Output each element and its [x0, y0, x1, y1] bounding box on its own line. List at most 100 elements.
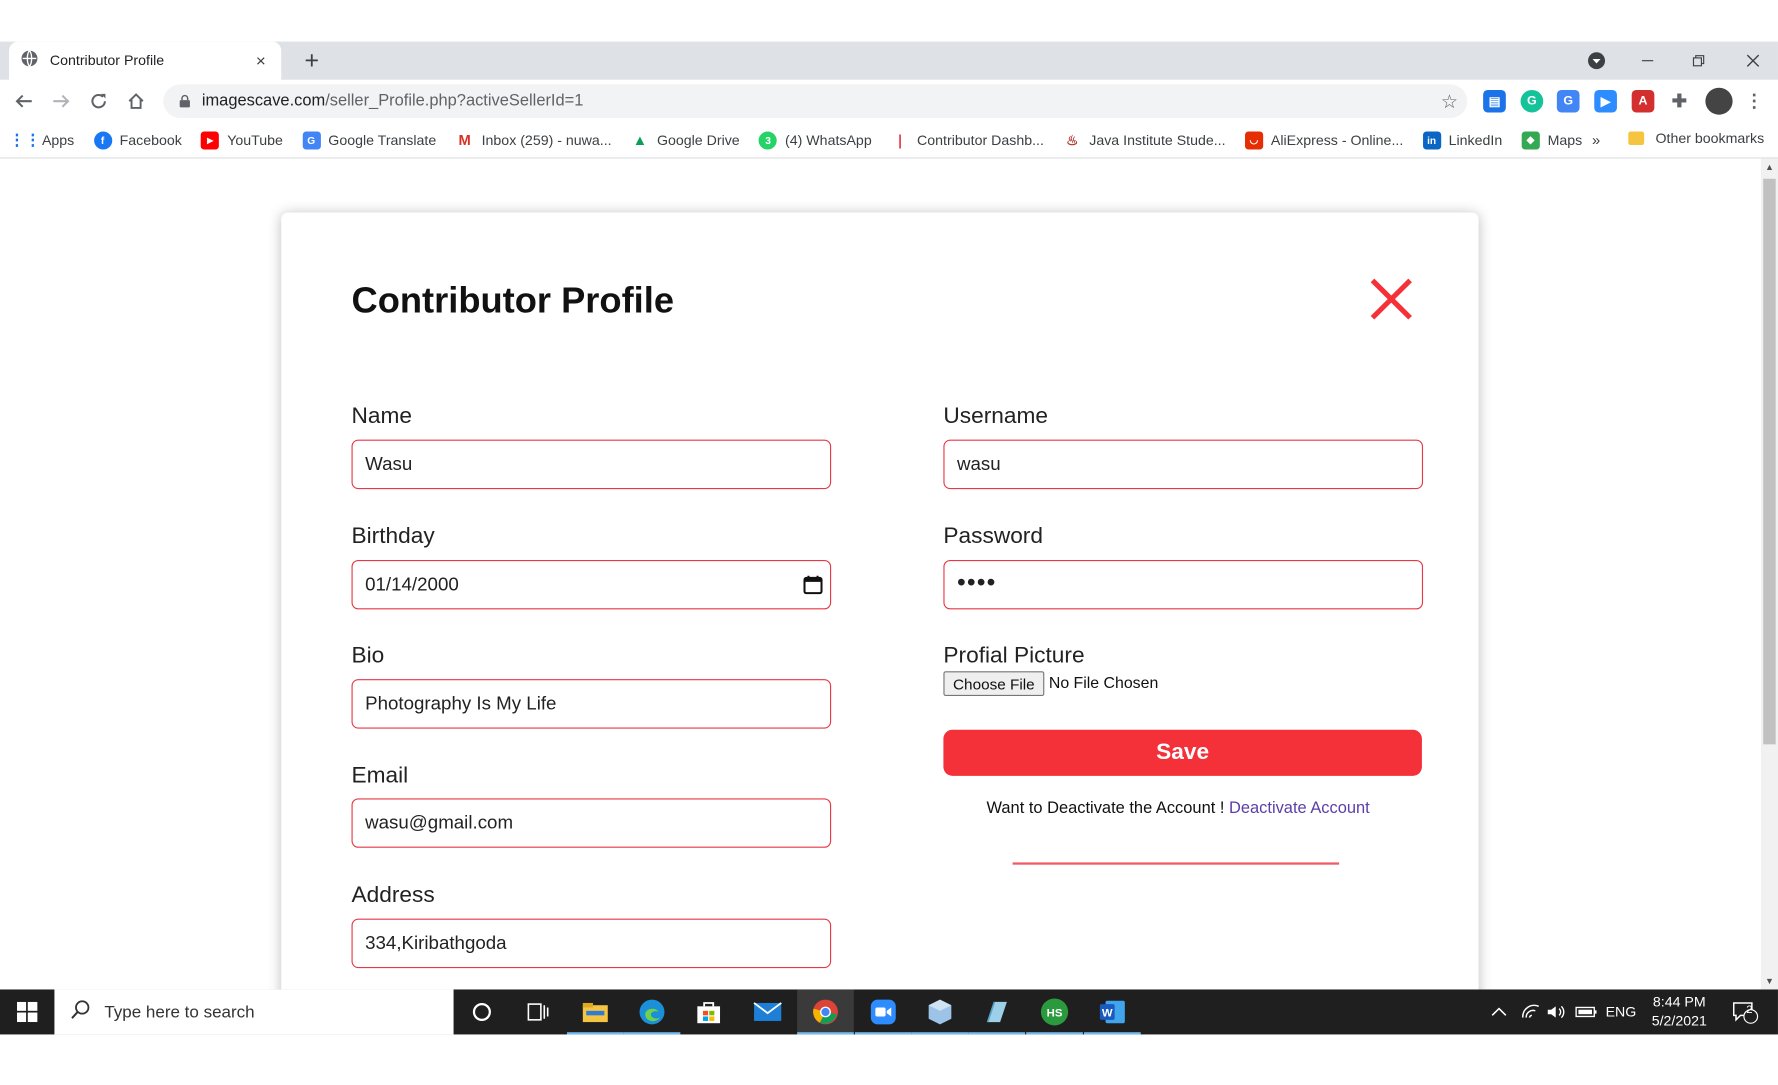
tab-contributor-profile[interactable]: Contributor Profile × [9, 41, 282, 80]
zoom-extension-icon[interactable]: ▶ [1594, 89, 1617, 113]
deactivate-account-link[interactable]: Deactivate Account [1229, 799, 1370, 817]
virtualbox-icon[interactable] [911, 989, 969, 1035]
deactivate-prompt: Want to Deactivate the Account ! [986, 799, 1225, 818]
bookmark-google-drive[interactable]: ▲ Google Drive [631, 131, 740, 149]
address-field[interactable]: 334,Kiribathgoda [351, 918, 832, 969]
bookmark-google-translate[interactable]: G Google Translate [302, 130, 436, 149]
extensions-puzzle-icon[interactable]: ✚ [1668, 90, 1691, 112]
clock[interactable]: 8:44 PM 5/2/2021 [1640, 993, 1719, 1031]
username-label: Username [943, 403, 1049, 429]
chrome-icon[interactable] [797, 989, 854, 1035]
choose-file-button[interactable]: Choose File [943, 671, 1045, 697]
bookmark-label: Java Institute Stude... [1089, 132, 1226, 148]
birthday-label: Birthday [351, 523, 435, 549]
bookmarks-overflow-button[interactable]: » [1592, 132, 1600, 149]
edge-icon[interactable] [623, 989, 681, 1035]
reading-list-icon[interactable]: ▤ [1483, 89, 1506, 113]
file-explorer-icon[interactable] [566, 989, 624, 1035]
home-icon[interactable] [122, 88, 149, 115]
password-label: Password [943, 523, 1043, 549]
bio-field[interactable]: Photography Is My Life [351, 679, 832, 729]
url-domain: imagescave.com [201, 92, 326, 111]
language-indicator[interactable]: ENG [1606, 989, 1637, 1034]
file-status: No File Chosen [1048, 673, 1159, 692]
close-icon[interactable] [1370, 278, 1413, 321]
bookmark-contributor-dashboard[interactable]: ❘ Contributor Dashb... [891, 131, 1044, 149]
lock-icon[interactable] [177, 93, 193, 109]
aliexpress-icon: ◡ [1244, 130, 1263, 149]
reload-icon[interactable] [85, 88, 112, 115]
scroll-down-arrow-icon[interactable]: ▼ [1761, 973, 1778, 990]
birthday-field[interactable]: 01/14/2000 [351, 559, 832, 610]
taskbar-search-input[interactable]: Type here to search [54, 989, 454, 1035]
bookmark-aliexpress[interactable]: ◡ AliExpress - Online... [1244, 130, 1404, 149]
adobe-pdf-icon[interactable]: A [1631, 89, 1655, 113]
task-view-icon[interactable] [510, 989, 567, 1034]
scroll-up-arrow-icon[interactable]: ▲ [1761, 159, 1778, 176]
bookmark-gmail[interactable]: M Inbox (259) - nuwa... [456, 131, 611, 149]
bookmark-whatsapp[interactable]: 3 (4) WhatsApp [758, 130, 872, 149]
profile-menu-icon[interactable] [1572, 42, 1622, 80]
calendar-icon[interactable] [803, 575, 823, 595]
cortana-icon[interactable] [454, 989, 511, 1034]
deactivate-row: Want to Deactivate the Account ! Deactiv… [986, 799, 1369, 817]
windows-start-icon[interactable] [0, 989, 54, 1034]
apps-grid-icon: ⋮⋮ [9, 130, 41, 149]
grammarly-icon[interactable]: G [1520, 89, 1544, 113]
page-title: Contributor Profile [351, 279, 675, 321]
email-field[interactable]: wasu@gmail.com [351, 798, 832, 848]
bookmark-linkedin[interactable]: in LinkedIn [1422, 130, 1502, 149]
zoom-icon[interactable] [854, 989, 912, 1035]
tab-close-icon[interactable]: × [252, 51, 270, 70]
battery-icon[interactable] [1575, 989, 1598, 1034]
mail-icon[interactable] [739, 989, 796, 1034]
bookmark-star-icon[interactable]: ☆ [1441, 91, 1458, 113]
search-placeholder: Type here to search [104, 1002, 255, 1022]
forward-arrow-icon[interactable] [48, 88, 75, 115]
bookmark-apps[interactable]: ⋮⋮ Apps [9, 130, 74, 149]
save-button[interactable]: Save [943, 729, 1422, 776]
volume-icon[interactable] [1547, 989, 1567, 1034]
name-label: Name [351, 403, 413, 429]
bookmark-label: AliExpress - Online... [1270, 132, 1404, 148]
notepad-icon[interactable] [968, 989, 1026, 1035]
name-field[interactable]: Wasu [351, 439, 832, 490]
restore-icon[interactable] [1674, 42, 1724, 80]
microsoft-store-icon[interactable] [680, 989, 737, 1034]
tray-overflow-icon[interactable] [1490, 989, 1508, 1034]
other-bookmarks-label: Other bookmarks [1655, 130, 1765, 147]
gmail-icon: M [458, 131, 471, 149]
word-icon[interactable]: W [1084, 989, 1141, 1035]
folder-icon [1628, 131, 1645, 146]
address-bar[interactable]: imagescave.com/seller_Profile.php?active… [163, 84, 1468, 119]
back-arrow-icon[interactable] [10, 88, 37, 115]
window-close-icon[interactable] [1728, 42, 1778, 80]
more-menu-icon[interactable]: ⋮ [1743, 90, 1766, 112]
google-translate-extension-icon[interactable]: G [1556, 89, 1580, 113]
scroll-thumb[interactable] [1763, 178, 1776, 745]
network-icon[interactable] [1521, 989, 1541, 1034]
other-bookmarks[interactable]: Other bookmarks [1628, 130, 1764, 146]
bookmark-label: Google Drive [656, 132, 740, 148]
youtube-icon: ▶ [201, 130, 220, 149]
address-value: 334,Kiribathgoda [365, 932, 507, 953]
bookmark-java-institute[interactable]: ♨ Java Institute Stude... [1063, 131, 1225, 149]
hs-app-icon[interactable]: HS [1026, 989, 1083, 1035]
notification-center-icon[interactable]: 2 [1731, 989, 1759, 1034]
password-field[interactable]: •••• [943, 559, 1424, 610]
bookmark-youtube[interactable]: ▶ YouTube [201, 130, 283, 149]
clock-date: 5/2/2021 [1651, 1013, 1707, 1029]
java-institute-icon: ♨ [1066, 132, 1079, 148]
bookmarks-bar: ⋮⋮ Apps f Facebook ▶ YouTube G Google Transl… [0, 122, 1778, 159]
whatsapp-icon: 3 [758, 130, 778, 149]
bookmark-maps[interactable]: ◆ Maps [1521, 130, 1582, 149]
bookmark-facebook[interactable]: f Facebook [93, 130, 182, 149]
bookmark-label: Contributor Dashb... [917, 132, 1044, 148]
page-viewport: Contributor Profile Name Wasu Birthday 0… [0, 158, 1761, 990]
windows-taskbar: Type here to search HS W ENG 8:44 PM 5/2… [0, 989, 1778, 1035]
username-field[interactable]: wasu [943, 439, 1424, 490]
page-scrollbar[interactable]: ▲ ▼ [1760, 158, 1778, 990]
new-tab-button[interactable]: + [297, 47, 326, 74]
avatar[interactable] [1705, 87, 1733, 115]
minimize-icon[interactable] [1623, 42, 1673, 80]
